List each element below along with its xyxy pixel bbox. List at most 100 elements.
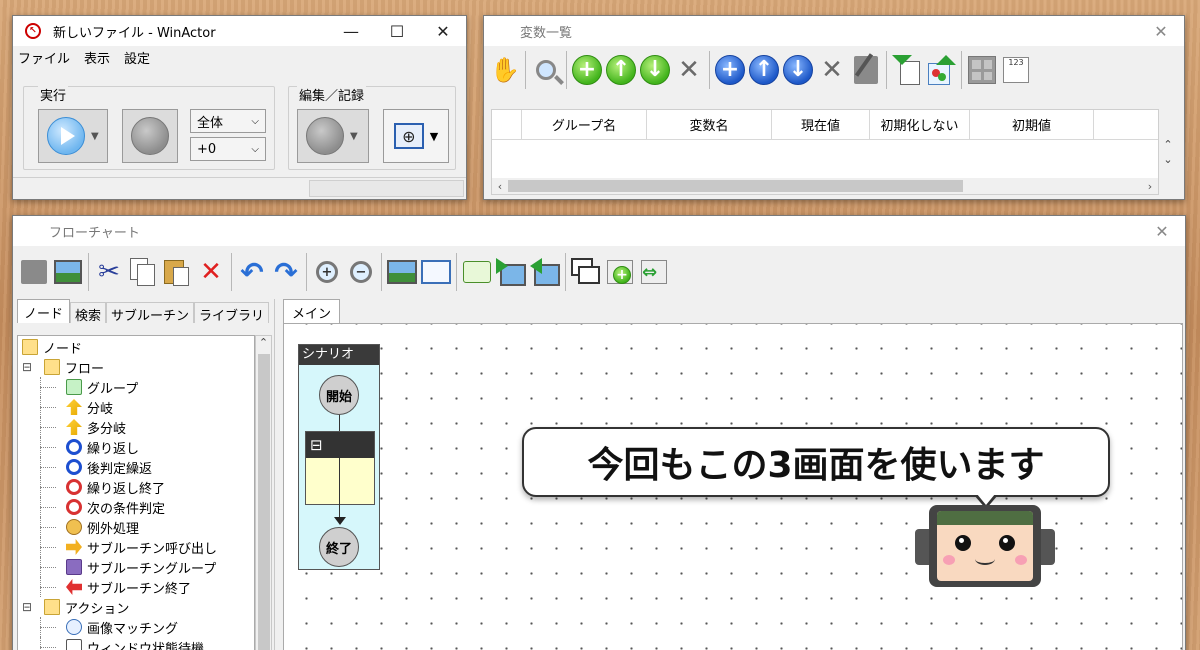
add-node-icon[interactable]: + xyxy=(603,253,637,291)
edit-icon[interactable] xyxy=(849,51,883,89)
close-button[interactable]: ✕ xyxy=(1139,216,1185,246)
scroll-up-icon[interactable]: ⌃ xyxy=(256,336,271,349)
grid-icon[interactable] xyxy=(965,51,999,89)
scissors-icon[interactable]: ✂ xyxy=(92,253,126,291)
magnifier-icon[interactable] xyxy=(529,51,564,89)
menu-settings[interactable]: 設定 xyxy=(124,48,150,67)
horizontal-scrollbar[interactable]: ‹ › xyxy=(492,178,1158,194)
tree-item-label: 繰り返し xyxy=(87,441,140,457)
column-header-group[interactable]: グループ名 xyxy=(522,110,647,139)
minimize-button[interactable]: — xyxy=(328,16,374,46)
scroll-thumb[interactable] xyxy=(508,180,963,192)
tree-item[interactable]: サブルーチングループ xyxy=(18,557,254,577)
scroll-down-icon[interactable]: ⌄ xyxy=(1163,153,1172,166)
tree-item[interactable]: 例外処理 xyxy=(18,517,254,537)
tab-main[interactable]: メイン xyxy=(283,299,341,323)
tree-item[interactable]: グループ xyxy=(18,377,254,397)
add-green-icon[interactable]: + xyxy=(570,51,604,89)
tree-item[interactable]: 画像マッチング xyxy=(18,617,254,637)
tree-item[interactable]: ウィンドウ状態待機 xyxy=(18,637,254,650)
swap-icon[interactable]: ⇔ xyxy=(637,253,671,291)
copy-icon[interactable] xyxy=(126,253,160,291)
zoom-out-icon[interactable]: − xyxy=(344,253,378,291)
scroll-thumb[interactable] xyxy=(258,354,270,650)
flowchart-titlebar: フローチャート ✕ xyxy=(13,216,1185,246)
down-blue-icon[interactable]: ↓ xyxy=(781,51,815,89)
image-capture-icon[interactable] xyxy=(385,253,419,291)
vertical-scrollbar[interactable]: ⌃ ⌄ xyxy=(1159,109,1177,195)
undo-icon[interactable]: ↶ xyxy=(235,253,269,291)
record-button[interactable]: ▼ xyxy=(297,109,369,163)
tree-item[interactable]: ⊟ アクション xyxy=(18,597,254,617)
tab-library[interactable]: ライブラリ xyxy=(194,302,270,324)
column-header-name[interactable]: 変数名 xyxy=(647,110,772,139)
up-green-icon[interactable]: ↑ xyxy=(604,51,638,89)
close-button[interactable]: ✕ xyxy=(1138,16,1184,46)
properties-icon[interactable] xyxy=(17,253,51,291)
group-icon xyxy=(66,379,82,395)
sub-end-icon xyxy=(66,579,82,595)
menu-file[interactable]: ファイル xyxy=(18,48,70,67)
maximize-button[interactable]: ☐ xyxy=(374,16,420,46)
start-node[interactable]: 開始 xyxy=(319,375,359,415)
import-window-icon[interactable] xyxy=(494,253,528,291)
group-node[interactable]: ⊟ xyxy=(305,431,375,506)
run-group: 実行 ▼ 全体 ⌵ +0 ⌵ xyxy=(23,85,275,170)
tree-item[interactable]: 繰り返し xyxy=(18,437,254,457)
zoom-in-icon[interactable]: + xyxy=(310,253,344,291)
redo-icon[interactable]: ↷ xyxy=(269,253,303,291)
menu-view[interactable]: 表示 xyxy=(84,48,110,67)
counter-icon[interactable]: 123 xyxy=(999,51,1033,89)
speed-select[interactable]: +0 ⌵ xyxy=(190,137,266,161)
down-green-icon[interactable]: ↓ xyxy=(638,51,672,89)
stack-windows-icon[interactable] xyxy=(569,253,603,291)
scope-select[interactable]: 全体 ⌵ xyxy=(190,109,266,133)
tab-node[interactable]: ノード xyxy=(17,299,71,323)
chevron-down-icon[interactable]: ▼ xyxy=(350,131,358,142)
scroll-left-icon[interactable]: ‹ xyxy=(492,180,508,193)
scroll-up-icon[interactable]: ⌃ xyxy=(1163,138,1172,151)
end-node[interactable]: 終了 xyxy=(319,527,359,567)
main-tab-strip: メイン xyxy=(279,299,1185,323)
delete-red-icon[interactable]: ✕ xyxy=(194,253,228,291)
tree-item[interactable]: 後判定繰返 xyxy=(18,457,254,477)
column-header-no-init[interactable]: 初期化しない xyxy=(870,110,970,139)
export-window-icon[interactable] xyxy=(528,253,562,291)
comment-icon[interactable] xyxy=(460,253,494,291)
tree-item[interactable]: ⊟ フロー xyxy=(18,357,254,377)
delete-gray-icon[interactable]: ✕ xyxy=(672,51,706,89)
tree-item[interactable]: サブルーチン終了 xyxy=(18,577,254,597)
tab-subroutine[interactable]: サブルーチン xyxy=(106,302,195,324)
import-icon[interactable] xyxy=(890,51,924,89)
window-icon xyxy=(66,639,82,650)
expander-icon[interactable]: ⊟ xyxy=(22,360,38,374)
column-header-current[interactable]: 現在値 xyxy=(772,110,870,139)
column-header-initial[interactable]: 初期値 xyxy=(970,110,1094,139)
stop-button[interactable] xyxy=(122,109,178,163)
window-capture-icon[interactable] xyxy=(419,253,453,291)
image-icon[interactable] xyxy=(51,253,85,291)
tree-vertical-scrollbar[interactable]: ⌃ xyxy=(255,335,272,650)
scenario-box[interactable]: シナリオ 開始 ⊟ 終了 xyxy=(298,344,380,570)
tree-item[interactable]: サブルーチン呼び出し xyxy=(18,537,254,557)
tree-item[interactable]: 繰り返し終了 xyxy=(18,477,254,497)
variables-toolbar: ✋ + ↑ ↓ ✕ + ↑ ↓ ✕ 123 xyxy=(484,46,1184,94)
add-blue-icon[interactable]: + xyxy=(713,51,747,89)
scroll-right-icon[interactable]: › xyxy=(1142,180,1158,193)
expander-icon[interactable]: ⊟ xyxy=(22,600,38,614)
paste-icon[interactable] xyxy=(160,253,194,291)
delete-gray-icon[interactable]: ✕ xyxy=(815,51,849,89)
close-button[interactable]: ✕ xyxy=(420,16,466,46)
tree-item[interactable]: 分岐 xyxy=(18,397,254,417)
up-blue-icon[interactable]: ↑ xyxy=(747,51,781,89)
play-button[interactable]: ▼ xyxy=(38,109,108,163)
hand-icon[interactable]: ✋ xyxy=(488,51,522,89)
tab-search[interactable]: 検索 xyxy=(70,302,107,324)
export-icon[interactable] xyxy=(924,51,958,89)
group-toggle-icon[interactable]: ⊟ xyxy=(310,437,323,453)
target-select-button[interactable]: ⊕ ▼ xyxy=(383,109,449,163)
chevron-down-icon[interactable]: ▼ xyxy=(91,131,99,142)
tree-item[interactable]: 多分岐 xyxy=(18,417,254,437)
tree-item[interactable]: ノード xyxy=(18,337,254,357)
tree-item[interactable]: 次の条件判定 xyxy=(18,497,254,517)
